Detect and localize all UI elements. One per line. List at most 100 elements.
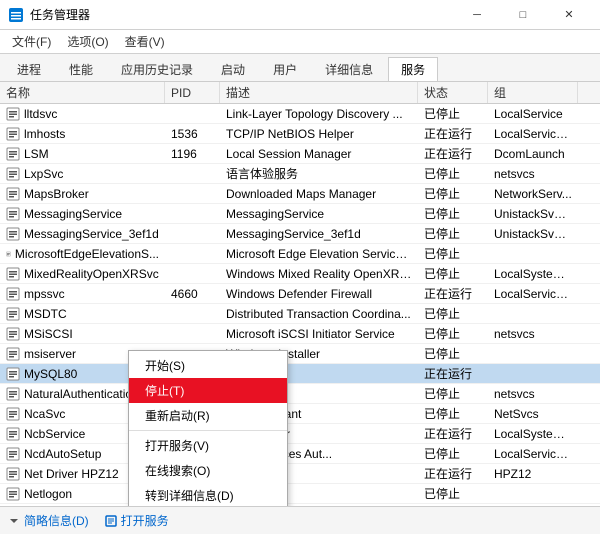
service-row-icon (6, 167, 20, 181)
table-row[interactable]: mpssvc4660Windows Defender Firewall正在运行L… (0, 284, 600, 304)
open-service-link[interactable]: 打开服务 (121, 512, 169, 529)
col-header-name[interactable]: 名称 (0, 82, 165, 103)
table-row[interactable]: MapsBrokerDownloaded Maps Manager已停止Netw… (0, 184, 600, 204)
table-row[interactable]: MixedRealityOpenXRSvc Windows Mixed Reali… (0, 264, 600, 284)
service-row-icon (6, 247, 11, 261)
context-menu-item[interactable]: 重新启动(R) (129, 403, 287, 428)
app-icon (8, 7, 24, 23)
table-row[interactable]: NcbServicection Broker正在运行LocalSystem... (0, 424, 600, 444)
cell-name: LxpSvc (0, 167, 165, 181)
tab-details[interactable]: 详细信息 (312, 57, 386, 81)
table-row[interactable]: LSM1196Local Session Manager正在运行DcomLaun… (0, 144, 600, 164)
col-header-status[interactable]: 状态 (418, 82, 488, 103)
service-row-icon (6, 107, 20, 121)
cell-name: mpssvc (0, 287, 165, 301)
tab-history[interactable]: 应用历史记录 (108, 57, 206, 81)
service-row-icon (6, 207, 20, 221)
table-row[interactable]: MySQL809828MySQL80正在运行 (0, 364, 600, 384)
cell-status: 已停止 (418, 325, 488, 342)
context-menu: 开始(S)停止(T)重新启动(R) 打开服务(V)在线搜索(O)转到详细信息(D) (128, 350, 288, 506)
cell-desc: Microsoft iSCSI Initiator Service (220, 327, 418, 341)
context-menu-item[interactable]: 在线搜索(O) (129, 458, 287, 483)
table-row[interactable]: MessagingServiceMessagingService已停止Unist… (0, 204, 600, 224)
tab-users[interactable]: 用户 (260, 57, 310, 81)
cell-status: 已停止 (418, 385, 488, 402)
table-row[interactable]: MicrosoftEdgeElevationS...Microsoft Edge… (0, 244, 600, 264)
context-menu-item[interactable]: 打开服务(V) (129, 433, 287, 458)
cell-status: 已停止 (418, 205, 488, 222)
service-name: LxpSvc (24, 167, 63, 181)
context-menu-item[interactable]: 转到详细信息(D) (129, 483, 287, 506)
tab-services[interactable]: 服务 (388, 57, 438, 81)
table-row[interactable]: MSDTCDistributed Transaction Coordina...… (0, 304, 600, 324)
service-icon (105, 515, 117, 527)
cell-status: 已停止 (418, 105, 488, 122)
service-name: MixedRealityOpenXRSvc (24, 267, 159, 281)
cell-status: 已停止 (418, 225, 488, 242)
cell-desc: MessagingService_3ef1d (220, 227, 418, 241)
table-row[interactable]: MSiSCSIMicrosoft iSCSI Initiator Service… (0, 324, 600, 344)
cell-group: UnistackSvcG... (488, 227, 578, 241)
cell-status: 正在运行 (418, 425, 488, 442)
cell-group: netsvcs (488, 167, 578, 181)
table-row[interactable]: Net Driver HPZ1212正在运行HPZ12 (0, 464, 600, 484)
table-row[interactable]: NcaSvctivity Assistant已停止NetSvcs (0, 404, 600, 424)
col-header-group[interactable]: 组 (488, 82, 578, 103)
service-name: LSM (24, 147, 49, 161)
service-row-icon (6, 147, 20, 161)
tab-performance[interactable]: 性能 (56, 57, 106, 81)
tab-startup[interactable]: 启动 (208, 57, 258, 81)
cell-group: NetworkServ... (488, 187, 578, 201)
service-row-icon (6, 427, 20, 441)
table-row[interactable]: NcdAutoSetupected Devices Aut...已停止Local… (0, 444, 600, 464)
table-body[interactable]: lltdsvcLink-Layer Topology Discovery ...… (0, 104, 600, 506)
cell-status: 已停止 (418, 165, 488, 182)
table-row[interactable]: LxpSvc语言体验服务已停止netsvcs (0, 164, 600, 184)
service-row-icon (6, 447, 20, 461)
collapse-label[interactable]: 简略信息(D) (24, 512, 89, 529)
table-row[interactable]: msiserverWindows Installer已停止 (0, 344, 600, 364)
close-button[interactable]: ✕ (546, 0, 592, 30)
service-name: MapsBroker (24, 187, 89, 201)
title-bar: 任务管理器 ─ □ ✕ (0, 0, 600, 30)
cell-group: DcomLaunch (488, 147, 578, 161)
service-row-icon (6, 267, 20, 281)
table-row[interactable]: lltdsvcLink-Layer Topology Discovery ...… (0, 104, 600, 124)
table-row[interactable]: NaturalAuthentication已停止netsvcs (0, 384, 600, 404)
table-row[interactable]: Netlogon已停止 (0, 484, 600, 504)
service-row-icon (6, 367, 20, 381)
menu-view[interactable]: 查看(V) (117, 31, 173, 52)
cell-group: LocalService... (488, 447, 578, 461)
menu-options[interactable]: 选项(O) (59, 31, 116, 52)
col-header-desc[interactable]: 描述 (220, 82, 418, 103)
cell-pid: 1536 (165, 127, 220, 141)
menu-file[interactable]: 文件(F) (4, 31, 59, 52)
table-row[interactable]: lmhosts1536TCP/IP NetBIOS Helper正在运行Loca… (0, 124, 600, 144)
cell-group: UnistackSvcG... (488, 207, 578, 221)
service-row-icon (6, 327, 20, 341)
table-row[interactable]: MessagingService_3ef1dMessagingService_3… (0, 224, 600, 244)
cell-group: HPZ12 (488, 467, 578, 481)
tab-process[interactable]: 进程 (4, 57, 54, 81)
service-row-icon (6, 287, 20, 301)
col-header-pid[interactable]: PID (165, 82, 220, 103)
cell-status: 已停止 (418, 345, 488, 362)
context-menu-item[interactable]: 开始(S) (129, 353, 287, 378)
cell-name: MessagingService (0, 207, 165, 221)
context-menu-item[interactable]: 停止(T) (129, 378, 287, 403)
cell-status: 已停止 (418, 405, 488, 422)
cell-group: LocalSystem... (488, 427, 578, 441)
service-name: mpssvc (24, 287, 65, 301)
service-row-icon (6, 127, 20, 141)
cell-status: 已停止 (418, 265, 488, 282)
cell-desc: Windows Mixed Reality OpenXR ... (220, 267, 418, 281)
minimize-button[interactable]: ─ (454, 0, 500, 30)
menu-bar: 文件(F) 选项(O) 查看(V) (0, 30, 600, 54)
service-name: msiserver (24, 347, 76, 361)
service-name: NaturalAuthentication (24, 387, 139, 401)
maximize-button[interactable]: □ (500, 0, 546, 30)
cell-name: MapsBroker (0, 187, 165, 201)
service-name: NcdAutoSetup (24, 447, 101, 461)
service-name: Net Driver HPZ12 (24, 467, 119, 481)
service-name: lmhosts (24, 127, 65, 141)
